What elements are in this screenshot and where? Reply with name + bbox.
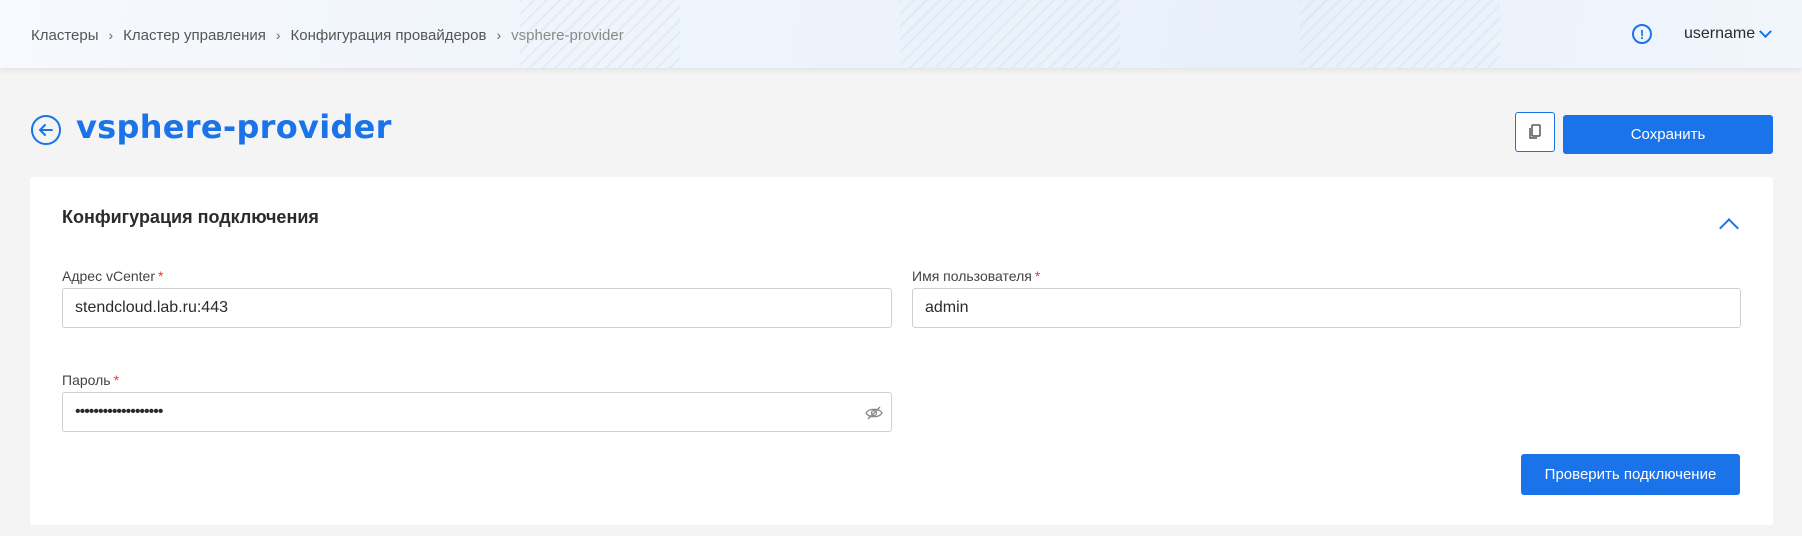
- breadcrumb: Кластеры › Кластер управления › Конфигур…: [31, 24, 624, 46]
- password-label: Пароль *: [62, 372, 119, 388]
- password-label-text: Пароль: [62, 372, 111, 388]
- save-button[interactable]: Сохранить: [1563, 115, 1773, 154]
- password-input[interactable]: •••••••••••••••••••: [75, 403, 163, 421]
- password-field[interactable]: •••••••••••••••••••: [62, 392, 892, 432]
- chevron-right-icon: ›: [275, 27, 281, 43]
- copy-button[interactable]: [1515, 112, 1555, 152]
- breadcrumb-item-clusters[interactable]: Кластеры: [31, 27, 99, 44]
- section-title: Конфигурация подключения: [62, 207, 319, 227]
- chevron-right-icon: ›: [108, 27, 114, 43]
- header-decoration: [1300, 0, 1500, 68]
- page-title: vsphere-provider: [76, 108, 392, 146]
- breadcrumb-item-management-cluster[interactable]: Кластер управления: [123, 27, 266, 44]
- vcenter-label: Адрес vCenter *: [62, 268, 163, 284]
- connection-config-card: Конфигурация подключения Адрес vCenter * …: [30, 177, 1773, 525]
- copy-icon: [1529, 124, 1541, 139]
- header-decoration: [900, 0, 1120, 68]
- required-mark: *: [158, 268, 164, 284]
- back-arrow-icon[interactable]: [31, 115, 61, 145]
- info-circle-icon[interactable]: !: [1632, 24, 1652, 44]
- username-label: username: [1684, 25, 1756, 42]
- username-label-text: Имя пользователя: [912, 268, 1032, 284]
- chevron-right-icon: ›: [496, 27, 502, 43]
- eye-off-icon[interactable]: [865, 404, 883, 422]
- required-mark: *: [1034, 268, 1041, 284]
- username-input[interactable]: [925, 289, 1728, 327]
- required-mark: *: [113, 372, 120, 388]
- chevron-up-icon[interactable]: [1719, 218, 1739, 238]
- chevron-down-icon: [1759, 24, 1773, 38]
- check-connection-button[interactable]: Проверить подключение: [1521, 454, 1740, 495]
- vcenter-field[interactable]: [62, 288, 892, 328]
- breadcrumb-item-current: vsphere-provider: [511, 26, 624, 44]
- user-menu[interactable]: username: [1684, 23, 1773, 45]
- username-label: Имя пользователя *: [912, 268, 1040, 284]
- breadcrumb-item-provider-config[interactable]: Конфигурация провайдеров: [291, 27, 487, 44]
- top-bar: Кластеры › Кластер управления › Конфигур…: [0, 0, 1802, 68]
- username-field[interactable]: [912, 288, 1741, 328]
- vcenter-label-text: Адрес vCenter: [62, 268, 155, 284]
- vcenter-input[interactable]: [75, 289, 879, 327]
